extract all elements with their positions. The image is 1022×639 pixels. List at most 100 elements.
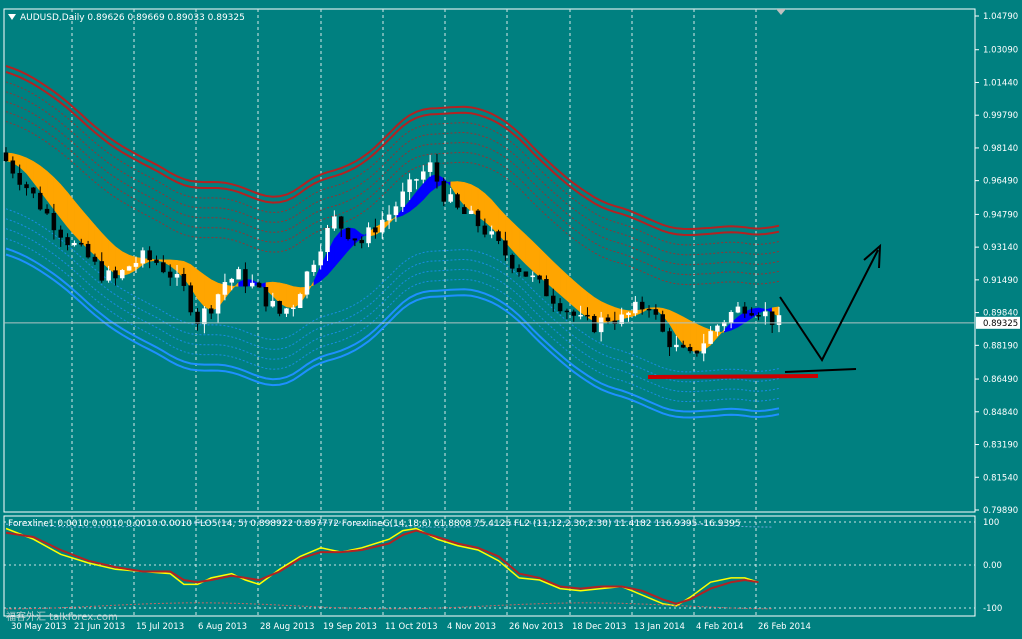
candle-body (530, 275, 535, 278)
candle-body (578, 314, 583, 317)
x-tick-label: 4 Nov 2013 (447, 622, 496, 632)
candle-body (44, 208, 50, 214)
y-tick-label: 1.03090 (983, 46, 1018, 56)
y-tick-label: 0.98140 (983, 144, 1018, 154)
band-segment (334, 229, 342, 268)
candle-body (694, 350, 700, 354)
candle-body (763, 311, 768, 317)
candle-body (133, 262, 139, 267)
upper-envelope-line (5, 70, 780, 237)
candle-body (195, 311, 200, 325)
candle-body (304, 271, 310, 295)
candle-body (229, 278, 234, 283)
osc-y-tick-label: 0.00 (983, 561, 1002, 571)
candle-body (78, 242, 84, 245)
candle-body (332, 216, 337, 229)
candle-body (455, 194, 460, 208)
candle-body (113, 270, 118, 279)
candle-body (414, 179, 419, 181)
band-segment (518, 227, 527, 265)
candle-body (188, 285, 193, 313)
y-tick-label: 1.01440 (983, 78, 1018, 88)
osc-y-tick-label: 100 (983, 518, 999, 528)
y-tick-label: 0.79890 (983, 506, 1018, 516)
candle-body (715, 325, 720, 332)
candle-body (338, 216, 344, 229)
band-segment (231, 281, 239, 291)
candle-body (468, 210, 474, 215)
candle-body (291, 307, 296, 310)
osc-header: Forexline1 0.0010 0.0010 0.0010 0.0010 F… (8, 519, 741, 529)
x-tick-label: 15 Jul 2013 (136, 622, 184, 632)
candle-body (462, 207, 467, 215)
current-price-label: 0.89325 (983, 319, 1018, 329)
candle-body (373, 227, 378, 233)
band-segment (80, 208, 89, 250)
candle-body (318, 251, 323, 266)
candle-body (674, 344, 679, 348)
candle-body (263, 287, 269, 307)
band-segment (272, 281, 280, 304)
x-tick-label: 26 Feb 2014 (758, 622, 811, 632)
x-grid: 30 May 2013 21 Jun 2013 15 Jul 2013 6 Aug 2… (11, 9, 811, 632)
candle-body (140, 250, 146, 264)
candle-body (496, 231, 501, 241)
symbol-dropdown-icon[interactable] (8, 14, 16, 20)
band-segment (491, 199, 499, 236)
chart-root: 30 May 2013 21 Jun 2013 15 Jul 2013 6 Aug 2… (0, 0, 1022, 635)
y-tick-label: 0.99790 (983, 111, 1018, 121)
candle-body (106, 270, 111, 281)
band-segment (737, 311, 746, 328)
y-tick-label: 1.04790 (983, 12, 1018, 22)
band-segment (525, 234, 533, 272)
band-segment (566, 273, 575, 307)
candle-body (202, 308, 207, 325)
candle-body (284, 308, 289, 314)
candle-body (571, 311, 577, 316)
candle-body (181, 273, 187, 286)
band-segment (553, 261, 561, 296)
candle-body (270, 300, 276, 307)
candle-body (448, 194, 453, 202)
x-tick-label: 30 May 2013 (11, 622, 66, 632)
band-segment (511, 221, 520, 258)
candle-body (325, 228, 330, 253)
candle-body (352, 238, 358, 241)
candle-body (85, 243, 91, 258)
candle-body (51, 212, 57, 231)
chart-shift-marker[interactable] (776, 9, 786, 15)
upper-envelope-line (5, 65, 780, 231)
candle-body (489, 231, 494, 235)
band-segment (33, 160, 41, 192)
band-segment (676, 312, 684, 345)
upper-envelope-line (5, 81, 780, 246)
x-tick-label: 13 Jan 2014 (634, 622, 685, 632)
candle-body (551, 295, 556, 304)
candle-body (243, 269, 248, 287)
y-tick-label: 0.83190 (983, 441, 1018, 451)
x-tick-label: 6 Aug 2013 (198, 622, 247, 632)
candle-body (646, 308, 652, 311)
envelopes (5, 65, 780, 419)
candle-body (742, 306, 748, 314)
candle-body (537, 275, 542, 280)
band-segment (169, 259, 178, 272)
candle-body (359, 239, 364, 244)
lower-envelope-line (5, 208, 780, 373)
candle-body (393, 206, 399, 216)
candle-body (585, 314, 590, 317)
candle-body (592, 315, 597, 333)
band-segment (204, 274, 212, 311)
candle-body (633, 301, 638, 314)
candle-body (256, 282, 262, 288)
osc-y-tick-label: -100 (983, 604, 1002, 614)
band-segment (416, 183, 424, 207)
watermark: 福客外汇 talkforex.com (6, 610, 118, 623)
support-extension-line (784, 368, 857, 373)
candle-body (509, 254, 515, 269)
candle-body (639, 301, 645, 310)
candle-body (154, 259, 159, 263)
candle-body (311, 264, 317, 272)
y-tick-label: 0.96490 (983, 177, 1018, 187)
candle-body (756, 315, 761, 317)
